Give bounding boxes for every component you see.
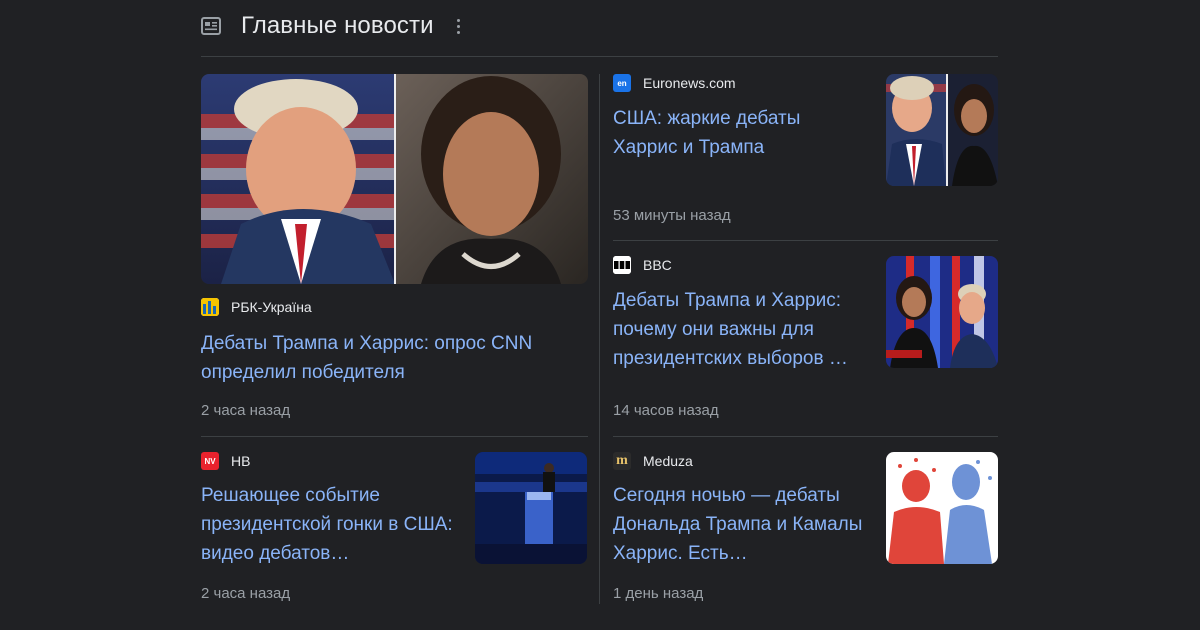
section-header: Главные новости [201, 8, 462, 44]
rbk-logo-icon [201, 298, 219, 316]
bbc-logo-icon [613, 256, 631, 274]
meduza-thumbnail[interactable] [886, 452, 998, 564]
featured-image[interactable] [201, 74, 588, 284]
card-source: m Meduza [613, 452, 863, 470]
headline-link[interactable]: Дебаты Трампа и Харрис: опрос CNN опреде… [201, 329, 588, 387]
source-name: BBC [643, 257, 672, 273]
row-divider [613, 436, 998, 437]
headline-link[interactable]: Сегодня ночью — дебаты Дональда Трампа и… [613, 481, 863, 568]
news-card-euronews[interactable]: en Euronews.com США: жаркие дебаты Харри… [613, 74, 863, 162]
card-source: NV НВ [201, 452, 461, 470]
featured-source: РБК-Україна [201, 298, 588, 316]
card-source: en Euronews.com [613, 74, 863, 92]
featured-article[interactable]: РБК-Україна Дебаты Трампа и Харрис: опро… [201, 298, 588, 387]
source-name: Euronews.com [643, 75, 736, 91]
headline-link[interactable]: Дебаты Трампа и Харрис: почему они важны… [613, 286, 863, 373]
headline-link[interactable]: США: жаркие дебаты Харрис и Трампа [613, 104, 863, 162]
section-title: Главные новости [241, 12, 434, 39]
column-divider [599, 74, 600, 604]
meduza-logo-icon: m [613, 452, 631, 470]
bbc-thumbnail[interactable] [886, 256, 998, 368]
news-card-meduza[interactable]: m Meduza Сегодня ночью — дебаты Дональда… [613, 452, 863, 568]
news-card-nv[interactable]: NV НВ Решающее событие президентской гон… [201, 452, 461, 568]
row-divider [201, 436, 588, 437]
timestamp: 14 часов назад [613, 402, 719, 419]
timestamp: 53 минуты назад [613, 207, 731, 224]
header-divider [201, 56, 998, 57]
more-vert-icon[interactable] [456, 18, 462, 34]
euronews-logo-icon: en [613, 74, 631, 92]
source-name: НВ [231, 453, 251, 469]
headline-link[interactable]: Решающее событие президентской гонки в С… [201, 481, 461, 568]
row-divider [613, 240, 998, 241]
nv-logo-icon: NV [201, 452, 219, 470]
euronews-thumbnail[interactable] [886, 74, 998, 186]
timestamp: 1 день назад [613, 585, 704, 602]
nv-thumbnail[interactable] [475, 452, 587, 564]
news-icon [201, 17, 223, 35]
timestamp: 2 часа назад [201, 585, 291, 602]
source-name: РБК-Україна [231, 299, 312, 315]
timestamp: 2 часа назад [201, 402, 291, 419]
news-card-bbc[interactable]: BBC Дебаты Трампа и Харрис: почему они в… [613, 256, 863, 373]
card-source: BBC [613, 256, 863, 274]
source-name: Meduza [643, 453, 693, 469]
